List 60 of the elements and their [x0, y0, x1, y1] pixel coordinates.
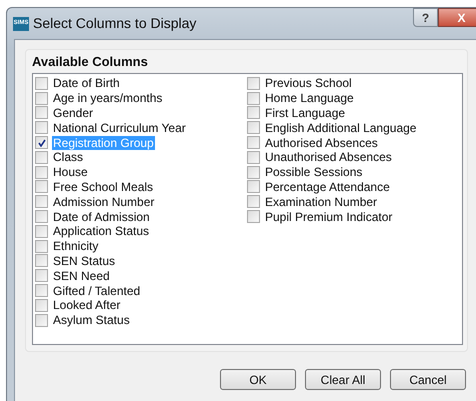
checkbox[interactable]	[35, 166, 48, 179]
column-option[interactable]: Pupil Premium Indicator	[264, 210, 394, 224]
checkbox[interactable]	[247, 210, 260, 224]
column-option[interactable]: First Language	[264, 106, 346, 120]
checkmark-icon	[38, 138, 46, 147]
column-option[interactable]: House	[52, 165, 89, 180]
dialog-button[interactable]: Clear All	[305, 369, 381, 390]
checkbox[interactable]	[35, 224, 48, 238]
column-option[interactable]: Date of Birth	[52, 76, 121, 90]
column-option[interactable]: Authorised Absences	[264, 136, 379, 150]
checkbox[interactable]	[247, 136, 260, 150]
column-option[interactable]: Admission Number	[52, 194, 156, 209]
column-option[interactable]: Previous School	[264, 76, 353, 90]
checkbox[interactable]	[247, 106, 260, 120]
checkbox[interactable]	[35, 106, 48, 120]
checkbox[interactable]	[35, 284, 48, 298]
help-button[interactable]: ?	[413, 8, 438, 27]
checkbox[interactable]	[35, 269, 48, 282]
column-option[interactable]: Class	[52, 150, 84, 164]
column-option[interactable]: Date of Admission	[52, 210, 151, 224]
column-option[interactable]: Examination Number	[264, 194, 378, 209]
column-option[interactable]: Possible Sessions	[264, 165, 364, 180]
column-option[interactable]: Looked After	[52, 298, 122, 312]
dialog-button[interactable]: OK	[220, 369, 296, 390]
checkbox[interactable]	[247, 92, 260, 105]
dialog-button[interactable]: Cancel	[390, 369, 466, 390]
checkbox[interactable]	[35, 195, 48, 208]
checkbox[interactable]	[35, 210, 48, 224]
column-option[interactable]: English Additional Language	[264, 120, 418, 135]
checkbox[interactable]	[247, 180, 260, 194]
checkbox[interactable]	[247, 76, 260, 90]
checkbox[interactable]	[35, 121, 48, 134]
checkbox[interactable]	[35, 314, 48, 327]
checkbox[interactable]	[35, 136, 48, 150]
column-option[interactable]: Application Status	[52, 224, 150, 238]
checkbox[interactable]	[35, 254, 48, 268]
checkbox[interactable]	[35, 298, 48, 312]
checkbox[interactable]	[35, 180, 48, 194]
checkbox[interactable]	[35, 76, 48, 90]
checkbox[interactable]	[35, 92, 48, 105]
column-option[interactable]: National Curriculum Year	[52, 120, 187, 135]
checkbox[interactable]	[35, 150, 48, 164]
checkbox[interactable]	[247, 150, 260, 164]
column-option[interactable]: Free School Meals	[52, 180, 154, 194]
column-option[interactable]: Age in years/months	[52, 91, 164, 106]
column-option[interactable]: Asylum Status	[52, 313, 131, 328]
column-option[interactable]: Percentage Attendance	[264, 180, 391, 194]
column-option[interactable]: SEN Status	[52, 254, 116, 268]
column-option[interactable]: Unauthorised Absences	[264, 150, 393, 164]
column-option[interactable]: Home Language	[264, 91, 355, 106]
window-title: Select Columns to Display	[33, 14, 196, 33]
column-option[interactable]: Gifted / Talented	[52, 284, 142, 298]
group-title: Available Columns	[32, 54, 149, 70]
checkbox[interactable]	[247, 121, 260, 134]
checkbox[interactable]	[247, 195, 260, 208]
checkbox[interactable]	[247, 166, 260, 179]
column-option[interactable]: Gender	[52, 106, 94, 120]
column-option[interactable]: Ethnicity	[52, 239, 100, 254]
column-option[interactable]: SEN Need	[52, 268, 111, 283]
checkbox[interactable]	[35, 240, 48, 253]
